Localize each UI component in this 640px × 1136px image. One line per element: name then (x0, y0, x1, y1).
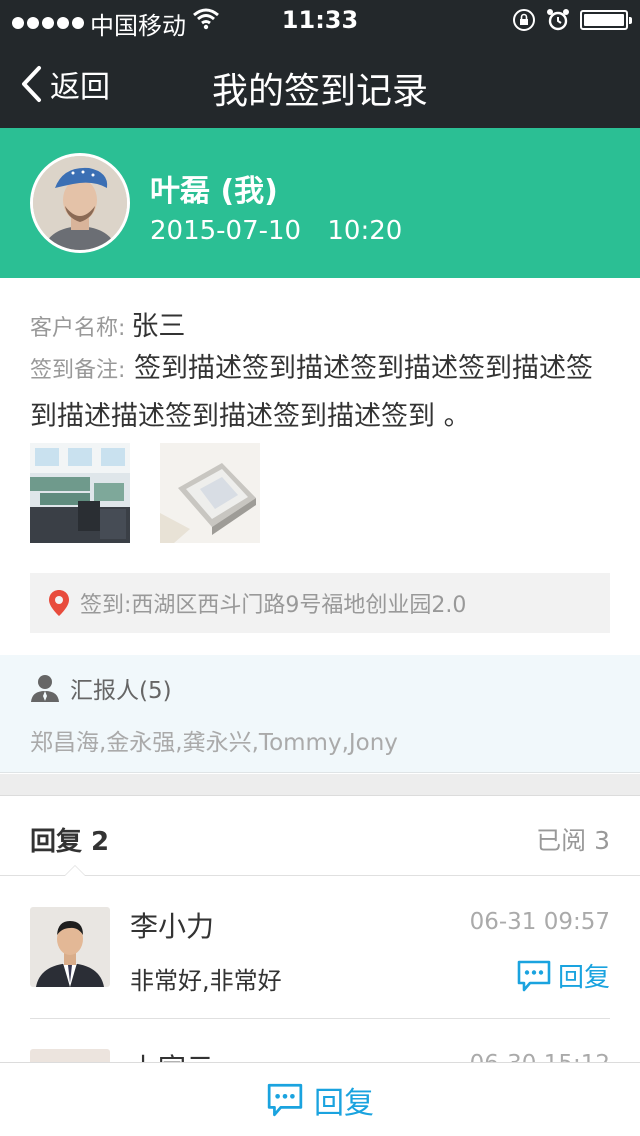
reply-author: 李小力 (130, 910, 215, 943)
reply-count-tab[interactable]: 回复 2 (30, 821, 109, 858)
reply-item: 李小力 06-31 09:57 非常好,非常好 回复 (0, 877, 640, 1019)
battery-icon (580, 10, 632, 30)
profile-header: 叶磊 (我) 2015-07-10 10:20 (0, 128, 640, 278)
read-count-tab[interactable]: 已阅 3 (536, 821, 610, 857)
replies-header: 回复 2 已阅 3 (0, 797, 640, 876)
bottom-reply-button[interactable]: 回复 (0, 1062, 640, 1136)
checkin-datetime: 2015-07-10 10:20 (150, 216, 402, 246)
reply-button[interactable]: 回复 (516, 957, 610, 994)
reply-avatar (30, 907, 110, 987)
photo-thumbnail[interactable] (30, 443, 130, 543)
bottom-reply-label: 回复 (314, 1085, 374, 1121)
tab-indicator (64, 865, 86, 876)
photo-gallery (30, 443, 290, 543)
reply-time: 06-31 09:57 (469, 909, 610, 935)
person-icon (31, 675, 59, 702)
photo-thumbnail[interactable] (160, 443, 260, 543)
location-text: 签到:西湖区西斗门路9号福地创业园2.0 (80, 593, 467, 618)
customer-row: 客户名称: 张三 (30, 304, 610, 342)
user-avatar (30, 153, 130, 253)
comment-icon (517, 960, 551, 991)
status-time: 11:33 (281, 6, 359, 34)
checkin-date: 2015-07-10 (150, 216, 302, 246)
note-row: 签到备注: 签到描述签到描述签到描述签到描述签到描述描述签到描述签到描述签到 。 (30, 346, 610, 440)
reporters-label: 汇报人(5) (70, 678, 172, 704)
status-bar: 中国移动 11:33 (0, 0, 640, 40)
rotation-lock-icon (512, 8, 536, 36)
location-pin-icon (49, 590, 69, 616)
reply-button-label: 回复 (557, 963, 610, 993)
section-divider (0, 774, 640, 796)
note-label: 签到备注: (30, 358, 126, 383)
customer-label: 客户名称: (30, 316, 126, 341)
reporters-names: 郑昌海,金永强,龚永兴,Tommy,Jony (30, 730, 398, 756)
checkin-time: 10:20 (327, 216, 403, 246)
comment-icon (267, 1083, 303, 1116)
customer-value: 张三 (131, 311, 186, 342)
reporters-header: 汇报人(5) (30, 671, 172, 705)
navigation-bar: 返回 我的签到记录 (0, 40, 640, 128)
alarm-icon (546, 8, 570, 36)
user-name: 叶磊 (我) (150, 174, 278, 209)
location-bar[interactable]: 签到:西湖区西斗门路9号福地创业园2.0 (30, 573, 610, 633)
page-title: 我的签到记录 (211, 71, 428, 112)
reply-text: 非常好,非常好 (130, 967, 282, 995)
reporters-section: 汇报人(5) 郑昌海,金永强,龚永兴,Tommy,Jony (0, 655, 640, 773)
checkin-detail: 客户名称: 张三 签到备注: 签到描述签到描述签到描述签到描述签到描述描述签到描… (30, 304, 610, 440)
